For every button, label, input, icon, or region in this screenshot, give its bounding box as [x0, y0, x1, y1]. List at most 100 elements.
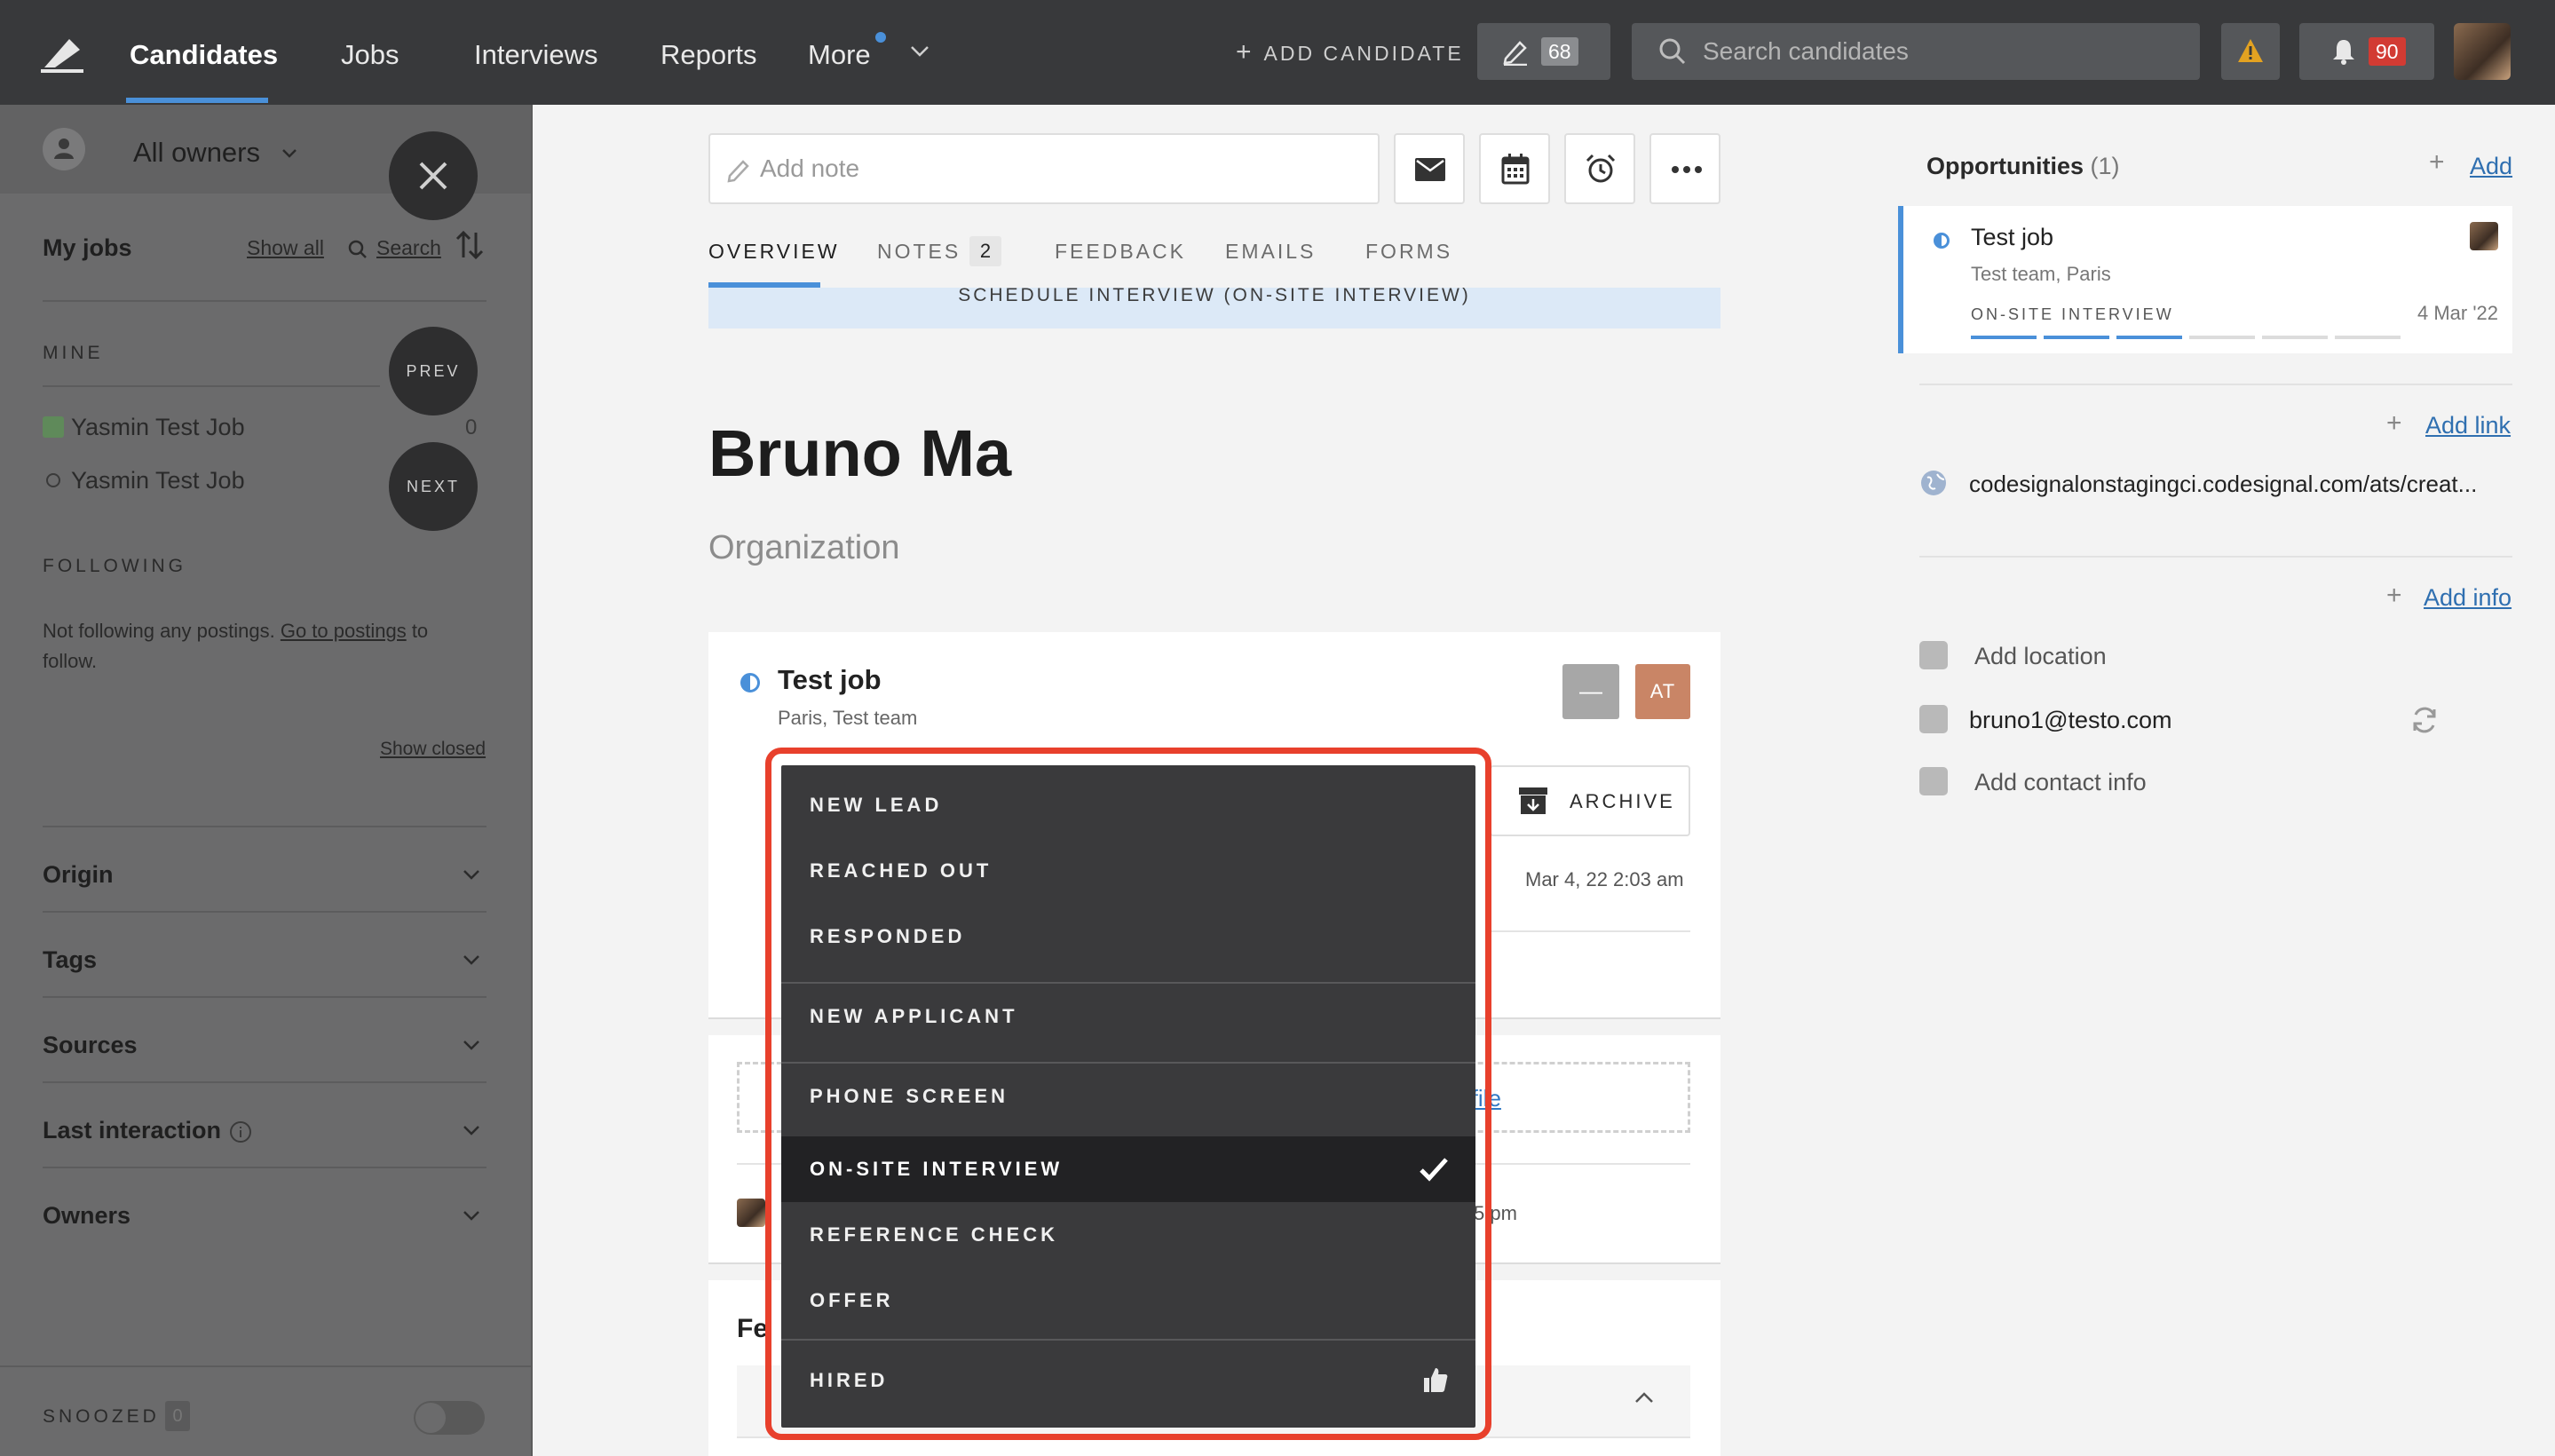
chevron-down-icon[interactable] — [909, 44, 930, 59]
stage-option-label: HIRED — [810, 1369, 889, 1391]
stage-segment — [2189, 336, 2255, 339]
email-value[interactable]: bruno1@testo.com — [1969, 707, 2172, 734]
checkmark-icon — [1420, 1158, 1448, 1182]
close-icon — [419, 162, 447, 190]
divider — [43, 385, 380, 387]
filter-owners[interactable]: Owners — [43, 1167, 486, 1252]
schedule-button[interactable] — [1479, 133, 1550, 204]
archive-button[interactable]: ARCHIVE — [1490, 765, 1690, 836]
stage-option-new-lead[interactable]: NEW LEAD — [781, 772, 1475, 838]
stage-option-hired[interactable]: HIRED — [781, 1348, 1475, 1413]
warning-button[interactable] — [2221, 23, 2280, 80]
notes-count-badge: 2 — [969, 236, 1001, 266]
more-notification-dot — [875, 32, 886, 43]
filter-tags[interactable]: Tags — [43, 911, 486, 996]
snoozed-count: 0 — [165, 1401, 190, 1431]
stage-option-offer[interactable]: OFFER — [781, 1268, 1475, 1333]
opportunity-item[interactable]: Test job Test team, Paris ON-SITE INTERV… — [1898, 206, 2512, 353]
stage-option-phone-screen[interactable]: PHONE SCREEN — [781, 1064, 1475, 1129]
tab-feedback[interactable]: FEEDBACK — [1055, 240, 1186, 264]
add-location-link[interactable]: Add location — [1974, 643, 2107, 670]
tab-forms[interactable]: FORMS — [1365, 240, 1452, 264]
schedule-interview-banner[interactable]: SCHEDULE INTERVIEW (ON-SITE INTERVIEW) — [708, 288, 1720, 328]
plus-icon: + — [1236, 37, 1252, 67]
chevron-down-icon — [463, 870, 479, 880]
user-avatar[interactable] — [2454, 23, 2511, 80]
sidebar-job-item[interactable]: Yasmin Test Job — [43, 467, 245, 495]
next-button[interactable]: NEXT — [389, 442, 478, 531]
filter-sources[interactable]: Sources — [43, 996, 486, 1081]
stage-progress-icon — [740, 673, 760, 692]
close-sidebar-button[interactable] — [389, 131, 478, 220]
add-info-link[interactable]: Add info — [2424, 584, 2511, 612]
top-navigation: Candidates Jobs Interviews Reports More … — [0, 0, 2555, 105]
show-all-link[interactable]: Show all — [247, 236, 324, 260]
opportunities-label: Opportunities — [1926, 153, 2084, 179]
divider — [781, 1339, 1475, 1341]
lever-logo-icon[interactable] — [39, 32, 85, 73]
more-actions-button[interactable] — [1649, 133, 1720, 204]
filter-origin[interactable]: Origin — [43, 826, 486, 911]
tab-notes[interactable]: NOTES — [877, 240, 961, 264]
candidate-organization[interactable]: Organization — [708, 529, 899, 567]
opportunities-heading: Opportunities (1) — [1926, 153, 2120, 180]
search-icon — [1659, 38, 1686, 65]
search-bar[interactable] — [1632, 23, 2200, 80]
stage-option-responded[interactable]: RESPONDED — [781, 904, 1475, 969]
filter-label: Tags — [43, 946, 98, 973]
add-opportunity-link[interactable]: Add — [2470, 153, 2512, 180]
chevron-down-icon — [463, 955, 479, 965]
person-icon — [54, 138, 74, 159]
add-candidate-button[interactable]: + ADD CANDIDATE — [1236, 0, 1464, 105]
owner-badge[interactable]: — — [1562, 664, 1619, 719]
profile-link[interactable]: codesignalonstagingci.codesignal.com/ats… — [1969, 471, 2502, 498]
stage-segment — [2044, 336, 2109, 339]
alarm-clock-icon — [1586, 154, 1616, 183]
sidebar-search-link[interactable]: Search — [376, 236, 441, 260]
chevron-down-icon[interactable] — [281, 147, 298, 160]
following-text: Not following any postings. Go to postin… — [43, 616, 469, 677]
tab-overview[interactable]: OVERVIEW — [708, 240, 840, 264]
stage-option-reference-check[interactable]: REFERENCE CHECK — [781, 1202, 1475, 1268]
card-job-title[interactable]: Test job — [778, 664, 882, 696]
assignee-badge[interactable]: AT — [1635, 664, 1690, 719]
snoozed-toggle[interactable] — [414, 1401, 485, 1435]
chevron-down-icon — [463, 1126, 479, 1136]
add-link-link[interactable]: Add link — [2425, 412, 2511, 439]
nav-reports[interactable]: Reports — [661, 0, 757, 105]
stage-option-reached-out[interactable]: REACHED OUT — [781, 838, 1475, 904]
search-input[interactable] — [1703, 23, 2182, 80]
nav-interviews[interactable]: Interviews — [474, 0, 598, 105]
nav-more[interactable]: More — [808, 0, 871, 105]
stage-option-new-applicant[interactable]: NEW APPLICANT — [781, 984, 1475, 1049]
divider — [1919, 556, 2512, 558]
thumbs-up-icon — [1424, 1368, 1448, 1392]
pending-button[interactable]: 68 — [1477, 23, 1610, 80]
owners-select[interactable]: All owners — [133, 137, 260, 169]
card-job-location: Paris, Test team — [778, 707, 918, 729]
prev-button[interactable]: PREV — [389, 327, 478, 415]
notifications-button[interactable]: 90 — [2299, 23, 2434, 80]
sidebar-job-item[interactable]: Yasmin Test Job — [43, 414, 245, 441]
stage-option-on-site-interview[interactable]: ON-SITE INTERVIEW — [781, 1136, 1475, 1202]
email-button[interactable] — [1394, 133, 1465, 204]
info-icon[interactable] — [229, 1120, 252, 1143]
divider — [43, 300, 486, 302]
sort-icon[interactable] — [455, 229, 485, 261]
tab-emails[interactable]: EMAILS — [1225, 240, 1316, 264]
globe-icon — [1921, 471, 1946, 495]
add-note-input[interactable] — [760, 135, 1364, 202]
go-to-postings-link[interactable]: Go to postings — [281, 620, 407, 642]
following-label: FOLLOWING — [43, 556, 187, 576]
nav-jobs[interactable]: Jobs — [341, 0, 399, 105]
chevron-up-icon[interactable] — [1633, 1390, 1655, 1405]
my-jobs-heading: My jobs — [43, 234, 132, 261]
nav-candidates[interactable]: Candidates — [130, 0, 278, 105]
snoozed-label: SNOOZED — [43, 1406, 160, 1427]
show-closed-link[interactable]: Show closed — [380, 739, 486, 760]
reminder-button[interactable] — [1564, 133, 1635, 204]
add-contact-info-link[interactable]: Add contact info — [1974, 769, 2147, 796]
refresh-icon[interactable] — [2409, 705, 2440, 735]
add-note-field[interactable] — [708, 133, 1380, 204]
filter-last-interaction[interactable]: Last interaction — [43, 1081, 486, 1167]
